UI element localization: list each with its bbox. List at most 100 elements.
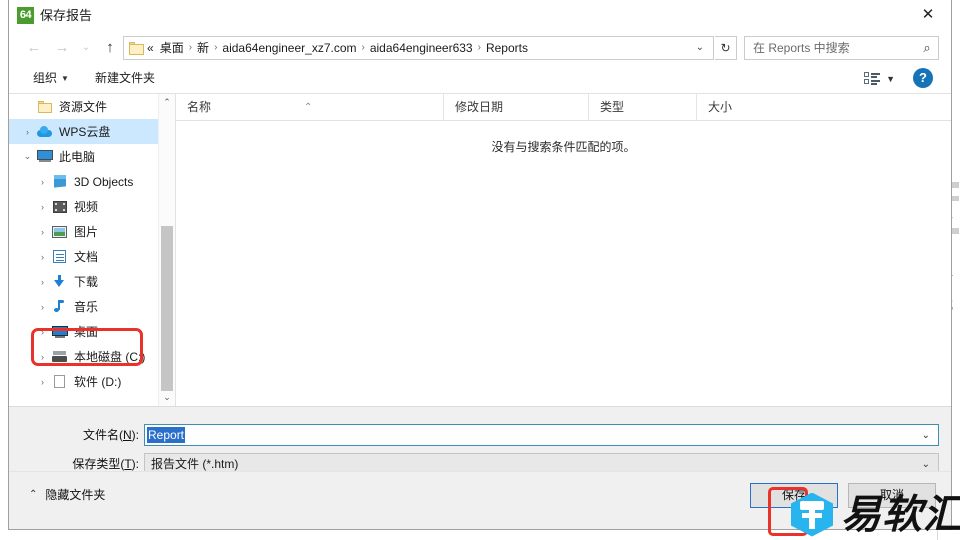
sidebar-item-3d-objects[interactable]: › 3D Objects	[9, 169, 175, 194]
sidebar-item-software-d[interactable]: › 软件 (D:)	[9, 369, 175, 394]
chevron-right-icon[interactable]: ›	[20, 127, 35, 137]
breadcrumb-item-2[interactable]: 新	[194, 37, 212, 59]
folder-icon	[35, 101, 54, 113]
sidebar-item-desktop[interactable]: › 桌面	[9, 319, 175, 344]
chevron-down-icon[interactable]: ⌄	[922, 430, 938, 441]
sidebar-item-documents[interactable]: › 文档	[9, 244, 175, 269]
breadcrumb-separator[interactable]: ›	[187, 37, 194, 59]
breadcrumb-separator[interactable]: ›	[476, 37, 483, 59]
chevron-right-icon[interactable]: ›	[35, 277, 50, 287]
savetype-value: 报告文件 (*.htm)	[151, 457, 238, 471]
sidebar-item-videos[interactable]: › 视频	[9, 194, 175, 219]
sidebar-scrollbar[interactable]: ⌃ ⌄	[158, 94, 175, 406]
desktop-icon	[50, 326, 69, 338]
sidebar-item-resource-files[interactable]: 资源文件	[9, 94, 175, 119]
chevron-right-icon[interactable]: ›	[35, 302, 50, 312]
scroll-up-icon[interactable]: ⌃	[159, 94, 175, 111]
filename-label-tail: ):	[132, 428, 139, 442]
search-icon: ⌕	[916, 40, 938, 56]
folder-icon	[129, 42, 144, 55]
chevron-down-icon[interactable]: ⌄	[922, 459, 938, 470]
chevron-right-icon[interactable]: ›	[35, 377, 50, 387]
hide-folders-label: 隐藏文件夹	[45, 486, 105, 503]
breadcrumb-item-4[interactable]: aida64engineer633	[367, 37, 476, 59]
chevron-right-icon[interactable]: ›	[35, 177, 50, 187]
sidebar-item-label: 下载	[69, 274, 98, 290]
chevron-right-icon[interactable]: ›	[35, 327, 50, 337]
breadcrumb-separator[interactable]: ›	[360, 37, 367, 59]
chevron-down-icon[interactable]: ⌄	[20, 151, 35, 162]
sidebar-item-this-pc[interactable]: ⌄ 此电脑	[9, 144, 175, 169]
close-icon[interactable]: ✕	[905, 0, 951, 30]
sidebar-item-label: 此电脑	[54, 149, 95, 165]
column-header-label: 名称	[187, 100, 211, 114]
chevron-down-icon: ▼	[61, 74, 69, 83]
breadcrumb-item-0[interactable]: «	[144, 37, 157, 59]
forward-button[interactable]: →	[49, 34, 75, 62]
chevron-right-icon[interactable]: ›	[35, 252, 50, 262]
breadcrumb-separator[interactable]: ›	[212, 37, 219, 59]
search-box[interactable]: 在 Reports 中搜索 ⌕	[744, 36, 939, 60]
video-icon	[50, 201, 69, 213]
dialog-content: 资源文件 › WPS云盘 ⌄ 此电脑 › 3D Objects › 视频	[9, 94, 951, 406]
sidebar-item-label: 资源文件	[54, 99, 107, 115]
chevron-right-icon[interactable]: ›	[35, 202, 50, 212]
dialog-titlebar: 64 保存报告 ✕	[9, 0, 951, 32]
address-bar[interactable]: « 桌面 › 新 › aida64engineer_xz7.com › aida…	[123, 36, 714, 60]
document-icon	[50, 250, 69, 263]
sidebar-item-label: 文档	[69, 249, 98, 265]
view-mode-button[interactable]: ▼	[864, 69, 895, 88]
help-icon[interactable]: ?	[913, 68, 933, 88]
recent-locations-button[interactable]: ⌄	[73, 34, 99, 62]
column-header-date-modified[interactable]: 修改日期	[443, 94, 588, 120]
scroll-down-icon[interactable]: ⌄	[159, 389, 175, 406]
chevron-right-icon[interactable]: ›	[35, 227, 50, 237]
savetype-label-key: T	[124, 457, 131, 471]
breadcrumb-item-1[interactable]: 桌面	[157, 37, 187, 59]
picture-icon	[50, 226, 69, 238]
save-form-area: 文件名(N): Report ⌄ 保存类型(T): 报告文件 (*.htm) ⌄	[9, 406, 951, 471]
chevron-down-icon[interactable]: ⌄	[692, 37, 713, 59]
scrollbar-thumb[interactable]	[161, 226, 173, 391]
savetype-label-tail: ):	[132, 457, 139, 471]
sidebar-item-label: 图片	[69, 224, 98, 240]
sidebar-item-music[interactable]: › 音乐	[9, 294, 175, 319]
column-header-type[interactable]: 类型	[588, 94, 696, 120]
refresh-icon[interactable]: ↻	[715, 36, 737, 60]
command-bar: 组织 ▼ 新建文件夹 ▼ ?	[9, 64, 951, 94]
filename-input[interactable]: Report ⌄	[144, 424, 939, 446]
sidebar-item-local-disk-c[interactable]: › 本地磁盘 (C:)	[9, 344, 175, 369]
filename-value[interactable]: Report	[147, 427, 185, 443]
organize-button[interactable]: 组织 ▼	[33, 68, 69, 89]
breadcrumb-item-5[interactable]: Reports	[483, 37, 531, 59]
sidebar-item-wps-cloud[interactable]: › WPS云盘	[9, 119, 175, 144]
cloud-icon	[35, 126, 54, 137]
chevron-up-icon: ⌃	[29, 489, 37, 500]
drive-icon	[50, 351, 69, 362]
filename-label-text: 文件名(	[83, 428, 123, 442]
chevron-right-icon[interactable]: ›	[35, 352, 50, 362]
file-icon	[50, 375, 69, 388]
up-button[interactable]: ↑	[97, 34, 123, 62]
sidebar-item-label: 软件 (D:)	[69, 374, 121, 390]
empty-list-message: 没有与搜索条件匹配的项。	[176, 138, 951, 155]
column-header-name[interactable]: 名称 ⌃	[176, 94, 443, 120]
new-folder-button[interactable]: 新建文件夹	[95, 68, 155, 88]
hide-folders-toggle[interactable]: ⌃ 隐藏文件夹	[29, 486, 105, 503]
savetype-label-text: 保存类型(	[72, 457, 124, 471]
filename-label: 文件名(N):	[29, 425, 139, 446]
sidebar-item-label: 本地磁盘 (C:)	[69, 349, 145, 365]
breadcrumb-item-3[interactable]: aida64engineer_xz7.com	[219, 37, 359, 59]
back-button[interactable]: ←	[21, 34, 47, 62]
navigation-bar: ← → ⌄ ↑ « 桌面 › 新 › aida64engineer_xz7.co…	[9, 32, 951, 64]
column-header-size[interactable]: 大小	[696, 94, 783, 120]
chevron-down-icon[interactable]: ▼	[886, 74, 895, 84]
organize-label: 组织	[33, 71, 57, 85]
watermark-logo-icon	[789, 492, 835, 538]
sidebar-item-downloads[interactable]: › 下载	[9, 269, 175, 294]
search-input[interactable]: 在 Reports 中搜索	[745, 37, 916, 59]
sidebar-item-pictures[interactable]: › 图片	[9, 219, 175, 244]
music-icon	[50, 300, 69, 313]
cube-icon	[50, 175, 69, 188]
save-report-dialog: 64 保存报告 ✕ ← → ⌄ ↑ « 桌面 › 新 › aida64engin…	[8, 0, 952, 530]
